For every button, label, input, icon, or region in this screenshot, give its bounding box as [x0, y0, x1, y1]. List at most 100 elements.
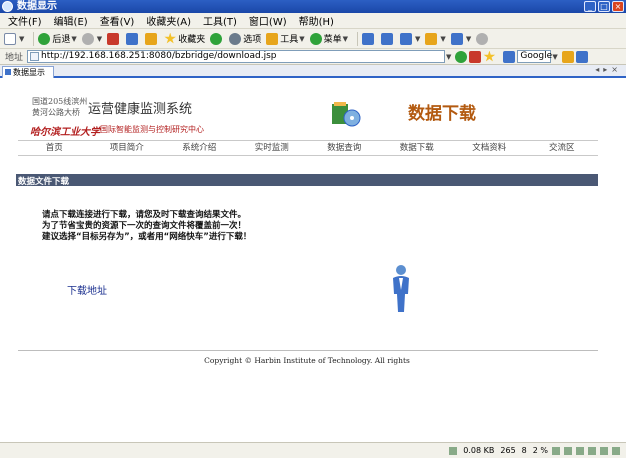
stop-button[interactable] — [107, 32, 121, 45]
wrench-icon — [266, 32, 279, 45]
transfer-speed: 0.08 KB — [463, 446, 495, 455]
split-icon — [381, 32, 394, 45]
tab-data-display[interactable]: 数据显示 — [2, 66, 54, 78]
page-count: 8 — [521, 446, 527, 455]
undo-icon — [400, 32, 413, 45]
refresh-button[interactable] — [126, 32, 140, 45]
history-button[interactable] — [210, 32, 224, 45]
back-button[interactable]: 后退 ▼ — [38, 32, 77, 45]
menu-help[interactable]: 帮助(H) — [299, 13, 334, 28]
back-arrow-icon — [38, 32, 51, 45]
search-engine-selector[interactable]: Google ▼ — [503, 50, 558, 63]
nav-realtime-monitoring[interactable]: 实时监测 — [236, 141, 309, 155]
menu-edit[interactable]: 编辑(E) — [54, 13, 88, 28]
favorites-label: 收藏夹 — [178, 35, 206, 45]
copyright-text: Copyright © Harbin Institute of Technolo… — [204, 356, 410, 365]
menu-bar: 文件(F) 编辑(E) 查看(V) 收藏夹(A) 工具(T) 窗口(W) 帮助(… — [0, 13, 626, 29]
site-navigation: 首页 项目简介 系统介绍 实时监测 数据查询 数据下载 文档资料 交流区 — [18, 141, 598, 155]
sound-icon[interactable] — [600, 446, 608, 455]
nav-data-query[interactable]: 数据查询 — [308, 141, 381, 155]
print-button[interactable] — [476, 32, 490, 45]
menu-file[interactable]: 文件(F) — [8, 13, 42, 28]
instruction-line: 为了节省宝贵的资源下一次的查询文件将覆盖前一次！ — [42, 221, 247, 231]
options-label: 选项 — [243, 35, 262, 45]
window-list-button[interactable]: ▼ — [450, 32, 471, 45]
back-label: 后退 — [52, 35, 71, 45]
upload-icon — [425, 32, 438, 45]
refresh-icon — [126, 32, 139, 45]
window-list-icon — [450, 32, 463, 45]
database-emblem-icon — [332, 102, 361, 127]
image-toggle-icon[interactable] — [576, 446, 584, 455]
highlight-icon[interactable] — [561, 50, 574, 63]
popup-blocker-icon[interactable] — [552, 446, 560, 455]
download-instructions: 请点下载连接进行下载，请您及时下载查询结果文件。 为了节省宝贵的资源下一次的查询… — [42, 210, 251, 243]
script-toggle-icon[interactable] — [588, 446, 596, 455]
window-titlebar: 数据显示 _ □ × — [0, 0, 626, 13]
star-icon — [164, 32, 176, 44]
tools-button[interactable]: 工具 ▼ — [266, 32, 305, 45]
menu-window[interactable]: 窗口(W) — [249, 13, 287, 28]
upload-button[interactable]: ▼ — [425, 32, 446, 45]
tab-strip: 数据显示 ◂▸× — [0, 65, 626, 78]
menu-tools[interactable]: 工具(T) — [203, 13, 237, 28]
search-icon[interactable] — [575, 50, 588, 63]
gear-icon — [229, 32, 242, 45]
nav-home[interactable]: 首页 — [18, 141, 91, 155]
proxy-icon[interactable] — [564, 446, 572, 455]
site-header-location: 国道205线滨州 黄河公路大桥 — [32, 96, 87, 118]
nav-system-intro[interactable]: 系统介绍 — [163, 141, 236, 155]
forward-arrow-icon — [81, 32, 94, 45]
menu-icon — [309, 32, 322, 45]
header-line-2: 黄河公路大桥 — [32, 108, 80, 117]
tab-label: 数据显示 — [13, 68, 45, 77]
close-button[interactable]: × — [612, 1, 624, 12]
toolbar: ▼ 后退 ▼ ▼ 收藏夹 选项 工具 ▼ 菜单 ▼ ▼ ▼ ▼ — [0, 29, 626, 49]
menu-label: 菜单 — [323, 35, 342, 45]
menu-view[interactable]: 查看(V) — [100, 13, 135, 28]
menu-button[interactable]: 菜单 ▼ — [309, 32, 348, 45]
address-input[interactable]: http://192.168.168.251:8080/bzbridge/dow… — [27, 50, 446, 63]
home-button[interactable] — [145, 32, 159, 45]
tools-label: 工具 — [280, 35, 299, 45]
tab-scroll-arrows[interactable]: ◂▸× — [595, 65, 622, 74]
block-icon[interactable] — [469, 50, 482, 63]
printer-icon — [476, 32, 489, 45]
tab-page-icon — [5, 69, 11, 75]
search-engine-icon — [503, 50, 516, 63]
nav-documents[interactable]: 文档资料 — [453, 141, 526, 155]
minimize-button[interactable]: _ — [584, 1, 596, 12]
system-title: 运营健康监测系统 — [88, 102, 193, 117]
page-title: 数据下载 — [408, 104, 476, 124]
download-link[interactable]: 下载地址 — [67, 282, 107, 297]
go-icon[interactable] — [455, 50, 468, 63]
nav-data-download[interactable]: 数据下载 — [381, 141, 454, 155]
network-icon — [449, 446, 458, 455]
browser-icon — [2, 1, 13, 12]
security-icon[interactable] — [612, 446, 620, 455]
address-bar: 地址 http://192.168.168.251:8080/bzbridge/… — [0, 49, 626, 65]
toolbar-separator — [33, 31, 35, 46]
favorite-star-icon[interactable] — [483, 50, 496, 62]
undo-button[interactable]: ▼ — [400, 32, 420, 45]
layout-button[interactable] — [362, 32, 376, 45]
instruction-line: 请点下载连接进行下载，请您及时下载查询结果文件。 — [42, 210, 247, 220]
section-header: 数据文件下载 — [16, 174, 598, 187]
maximize-button[interactable]: □ — [598, 1, 610, 12]
split-button[interactable] — [381, 32, 395, 45]
address-dropdown[interactable]: ▼ — [446, 53, 451, 61]
menu-favorites[interactable]: 收藏夹(A) — [146, 13, 191, 28]
favorites-button[interactable]: 收藏夹 — [164, 32, 205, 45]
forward-button[interactable]: ▼ — [81, 32, 102, 45]
nav-forum[interactable]: 交流区 — [526, 141, 599, 155]
address-url: http://192.168.168.251:8080/bzbridge/dow… — [41, 51, 277, 61]
section-title: 数据文件下载 — [18, 177, 70, 187]
toolbar-separator — [357, 31, 359, 46]
nav-divider — [18, 155, 598, 156]
new-page-button[interactable]: ▼ — [4, 32, 24, 45]
status-bar: 0.08 KB 265 8 2 % — [0, 442, 626, 458]
university-name: 哈尔滨工业大学 — [30, 127, 100, 138]
nav-project-intro[interactable]: 项目简介 — [91, 141, 164, 155]
page-icon — [30, 52, 40, 61]
options-button[interactable]: 选项 — [229, 32, 261, 45]
